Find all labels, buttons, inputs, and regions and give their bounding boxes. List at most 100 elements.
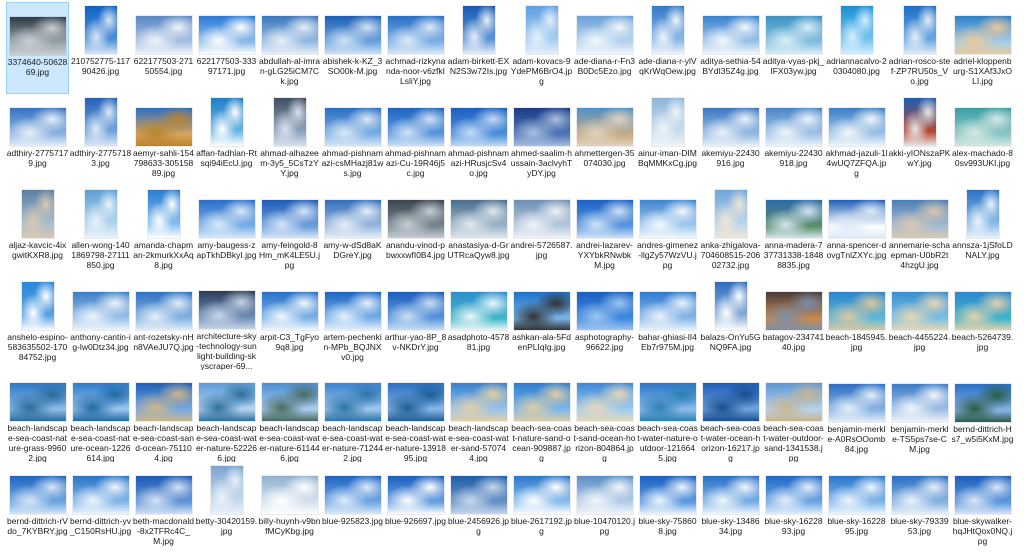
file-item[interactable]: blue-2617192.jpg: [510, 462, 573, 554]
file-item[interactable]: ant-rozetsky-nHn8VAeJU7Q.jpg: [132, 278, 195, 370]
file-item[interactable]: arthur-yao-8P_8v-NKDrY.jpg: [384, 278, 447, 370]
file-item[interactable]: ahmed-saalim-hussain-3aclvyhTyDY.jpg: [510, 94, 573, 186]
file-item[interactable]: beach-landscape-sea-coast-water-nature-6…: [258, 370, 321, 462]
file-name: bernd-dittrich-rVdo_7KYBRY.jpg: [7, 516, 68, 536]
file-item[interactable]: aljaz-kavcic-4ixgwitKXR8.jpg: [6, 186, 69, 278]
image-thumbnail: [450, 292, 507, 330]
file-name: blue-sky-1622895.jpg: [827, 516, 886, 536]
file-item[interactable]: adam-kovacs-9YdePM6BrO4.jpg: [510, 2, 573, 94]
file-item[interactable]: aditya-sethia-54BYdI35Z4g.jpg: [699, 2, 762, 94]
file-item[interactable]: bernd-dittrich-yv_C150RsHU.jpg: [69, 462, 132, 554]
file-item[interactable]: betty-30420159.jpg: [195, 462, 258, 554]
file-item[interactable]: ade-diana-r-ylVqKrWqOew.jpg: [636, 2, 699, 94]
file-item[interactable]: blue-sky-7933953.jpg: [888, 462, 951, 554]
file-item[interactable]: andrei-lazarev-YXYbkRNwbkM.jpg: [573, 186, 636, 278]
file-item[interactable]: 622177503-27150554.jpg: [132, 2, 195, 94]
file-item[interactable]: anandu-vinod-pbwxxwfI0B4.jpg: [384, 186, 447, 278]
file-item[interactable]: bernd-dittrich-rVdo_7KYBRY.jpg: [6, 462, 69, 554]
file-item[interactable]: arpit-C3_TgFyo9q8.jpg: [258, 278, 321, 370]
file-item[interactable]: beach-sea-coast-water-ocean-horizon-1621…: [699, 370, 762, 462]
file-item[interactable]: anshelo-espino-583635502-17084752.jpg: [6, 278, 69, 370]
file-item[interactable]: blue-926697.jpg: [384, 462, 447, 554]
file-item[interactable]: adriel-kloppenburg-S1XAf3JxOLI.jpg: [951, 2, 1014, 94]
file-item[interactable]: aditya-vyas-pkj_IFX03yw.jpg: [762, 2, 825, 94]
file-item[interactable]: abishek-k-KZ_3SO00k-M.jpg: [321, 2, 384, 94]
file-item[interactable]: ahmad-pishnamazi-HRusjcSv4o.jpg: [447, 94, 510, 186]
file-item[interactable]: blue-10470120.jpg: [573, 462, 636, 554]
file-item[interactable]: adrian-rosco-stef-ZP7RU50s_Vo.jpg: [888, 2, 951, 94]
file-item[interactable]: anka-zhigalova-704608515-20602732.jpg: [699, 186, 762, 278]
file-item[interactable]: beach-landscape-sea-coast-nature-ocean-1…: [69, 370, 132, 462]
file-item[interactable]: andres-gimenez-llgZy57WzVU.jpg: [636, 186, 699, 278]
file-item[interactable]: beach-landscape-sea-coast-water-nature-1…: [384, 370, 447, 462]
file-item[interactable]: bahar-ghiasi-lI4Eb7r975M.jpg: [636, 278, 699, 370]
file-item[interactable]: amy-w-dSd8aKDGreY.jpg: [321, 186, 384, 278]
file-item[interactable]: ahmad-pishnamazi-csMHazj81ws.jpg: [321, 94, 384, 186]
file-item[interactable]: asadphoto-457881.jpg: [447, 278, 510, 370]
file-item[interactable]: amy-baugess-zapTkhDBkyI.jpg: [195, 186, 258, 278]
file-item[interactable]: 210752775-11790426.jpg: [69, 2, 132, 94]
file-item[interactable]: achmad-rizkynanda-noor-v6zfkILsliY.jpg: [384, 2, 447, 94]
file-item[interactable]: ashkan-ala-5FdenPLIqIg.jpg: [510, 278, 573, 370]
file-item[interactable]: bernd-dittrich-Hs7_w5i5KxM.jpg: [951, 370, 1014, 462]
file-item[interactable]: blue-925823.jpg: [321, 462, 384, 554]
file-item[interactable]: 622177503-33397171.jpg: [195, 2, 258, 94]
file-item[interactable]: beach-sea-coast-water-nature-outdoor-121…: [636, 370, 699, 462]
file-item[interactable]: beach-sea-coast-nature-sand-ocean-909887…: [510, 370, 573, 462]
file-item[interactable]: blue-2456926.jpg: [447, 462, 510, 554]
file-item[interactable]: benjamin-merkle-A0RsOOomb84.jpg: [825, 370, 888, 462]
file-item[interactable]: ainur-iman-DIMBqMMKxCg.jpg: [636, 94, 699, 186]
file-item[interactable]: allen-wong-1401869798-27111850.jpg: [69, 186, 132, 278]
file-item[interactable]: adthiry-27757183.jpg: [69, 94, 132, 186]
file-item[interactable]: beach-landscape-sea-coast-water-nature-5…: [195, 370, 258, 462]
file-item[interactable]: benjamin-merkle-TS5ps7se-CM.jpg: [888, 370, 951, 462]
file-item[interactable]: aemyr-sahli-154798633-30515889.jpg: [132, 94, 195, 186]
file-item[interactable]: beach-4455224.jpg: [888, 278, 951, 370]
file-item[interactable]: blue-sky-1348634.jpg: [699, 462, 762, 554]
file-item[interactable]: adriannacalvo-20304080.jpg: [825, 2, 888, 94]
file-item[interactable]: annemarie-schaepman-U0bR2t4hzgU.jpg: [888, 186, 951, 278]
file-item[interactable]: adthiry-27757179.jpg: [6, 94, 69, 186]
file-item[interactable]: akhmad-jazuli-1l4wUQ7ZFQA.jpg: [825, 94, 888, 186]
file-item[interactable]: asphotography-96622.jpg: [573, 278, 636, 370]
file-item[interactable]: akemiyu-22430916.jpg: [699, 94, 762, 186]
file-item[interactable]: blue-sky-1622893.jpg: [762, 462, 825, 554]
file-item[interactable]: anna-spencer-dovgTnlZXYc.jpg: [825, 186, 888, 278]
file-item[interactable]: amanda-chapman-2kmurkXxAq8.jpg: [132, 186, 195, 278]
file-item[interactable]: beach-landscape-sea-coast-nature-grass-9…: [6, 370, 69, 462]
file-item[interactable]: amy-feingold-8Hm_mK4LE5U.jpg: [258, 186, 321, 278]
file-item[interactable]: blue-skywalker-hqJHtQox0NQ.jpg: [951, 462, 1014, 554]
file-item[interactable]: beach-1845945.jpg: [825, 278, 888, 370]
file-item[interactable]: abdullah-al-imran-gLG25iCM7Ck.jpg: [258, 2, 321, 94]
file-item[interactable]: beach-sea-coast-sand-ocean-horizon-80486…: [573, 370, 636, 462]
file-item[interactable]: blue-sky-1622895.jpg: [825, 462, 888, 554]
file-item[interactable]: billy-huynh-v9bnfMCyKbg.jpg: [258, 462, 321, 554]
file-item[interactable]: ahmettergen-35074030.jpg: [573, 94, 636, 186]
file-item[interactable]: batagov-23474140.jpg: [762, 278, 825, 370]
file-item[interactable]: beth-macdonald-8x2TFRc4C_M.jpg: [132, 462, 195, 554]
file-item[interactable]: ahmad-alhazeem-3y5_5CsTzYY.jpg: [258, 94, 321, 186]
file-item[interactable]: akemiyu-22430918.jpg: [762, 94, 825, 186]
file-item[interactable]: artem-pechenkin-MPb_BQJNXv0.jpg: [321, 278, 384, 370]
thumbnail-frame: [890, 464, 950, 514]
file-item[interactable]: anthony-cantin-ig-lw0Dtz34.jpg: [69, 278, 132, 370]
file-item[interactable]: anastasiya-d-GrUTRcaQyw8.jpg: [447, 186, 510, 278]
file-item[interactable]: blue-sky-758608.jpg: [636, 462, 699, 554]
file-item[interactable]: beach-sea-coast-water-outdoor-sand-13415…: [762, 370, 825, 462]
file-item[interactable]: 3374640-5062869.jpg: [6, 2, 69, 94]
file-item[interactable]: beach-landscape-sea-coast-water-nature-7…: [321, 370, 384, 462]
file-item[interactable]: ade-diana-r-Fn3B0Dc5Ezo.jpg: [573, 2, 636, 94]
file-item[interactable]: affan-fadhlan-Rtsqi94iEcU.jpg: [195, 94, 258, 186]
file-item[interactable]: annsza-1jSfoLDNALY.jpg: [951, 186, 1014, 278]
file-item[interactable]: alex-machado-80sv993UKI.jpg: [951, 94, 1014, 186]
file-item[interactable]: architecture-sky-technology-sunlight-bui…: [195, 278, 258, 370]
file-item[interactable]: balazs-OnYu5GNQ9FA.jpg: [699, 278, 762, 370]
file-item[interactable]: beach-5264739.jpg: [951, 278, 1014, 370]
file-item[interactable]: ahmad-pishnamazi-Cu-19R46j5c.jpg: [384, 94, 447, 186]
file-item[interactable]: anna-madera-737731338-18488835.jpg: [762, 186, 825, 278]
file-item[interactable]: beach-landscape-sea-coast-sand-ocean-751…: [132, 370, 195, 462]
file-item[interactable]: adam-birkett-EXN2S3w72Is.jpg: [447, 2, 510, 94]
file-item[interactable]: beach-landscape-sea-coast-water-sand-570…: [447, 370, 510, 462]
file-item[interactable]: andrei-5726587.jpg: [510, 186, 573, 278]
file-item[interactable]: akki-yIONszaPKwY.jpg: [888, 94, 951, 186]
